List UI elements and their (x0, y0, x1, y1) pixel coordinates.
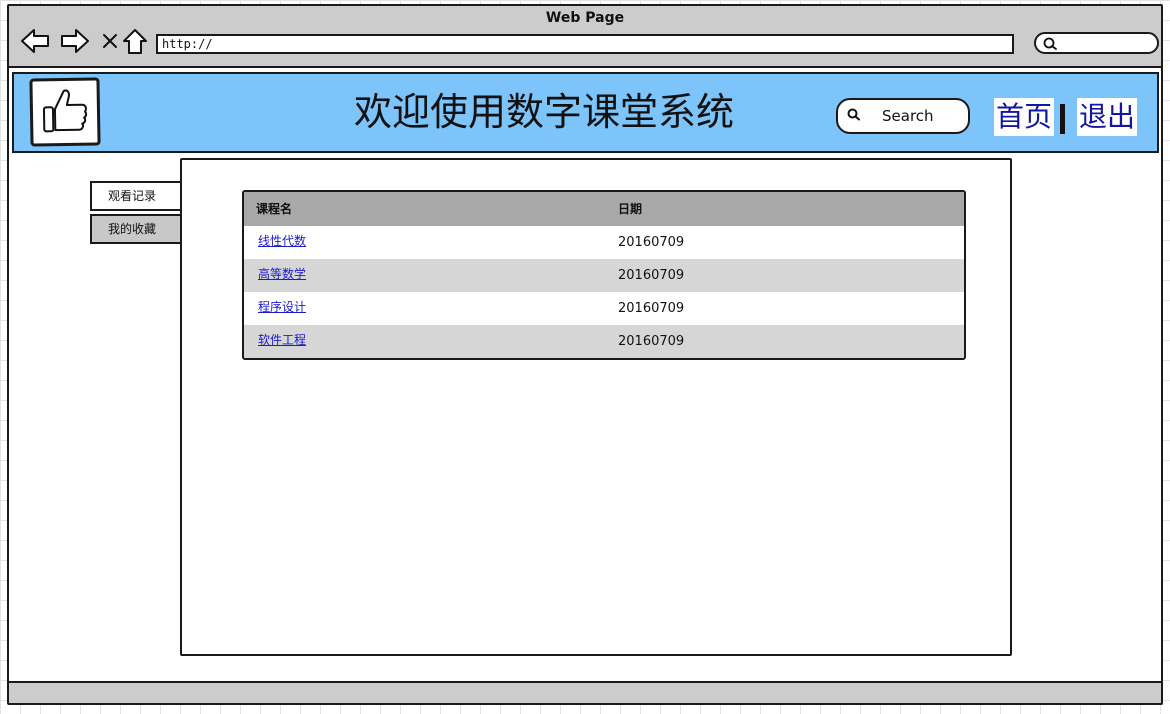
forward-arrow-icon[interactable] (59, 26, 91, 56)
course-table: 课程名 日期 线性代数 20160709 高等数学 20160709 程序设计 … (242, 190, 966, 360)
browser-search-field[interactable] (1034, 32, 1159, 54)
search-icon (1042, 36, 1058, 56)
window-title: Web Page (545, 10, 625, 26)
nav-home-link[interactable]: 首页 (994, 98, 1055, 136)
url-bar[interactable]: http:// (156, 34, 1014, 54)
course-link[interactable]: 程序设计 (258, 292, 306, 322)
app-header: 欢迎使用数字课堂系统 Search 首页 退出 (12, 72, 1159, 153)
course-date: 20160709 (618, 235, 685, 250)
nav-separator (1060, 104, 1065, 134)
header-search-input[interactable]: Search (836, 98, 970, 134)
column-header-course: 课程名 (256, 202, 293, 216)
thumbs-up-icon (40, 85, 91, 140)
home-icon[interactable] (121, 26, 149, 56)
nav-logout-link[interactable]: 退出 (1077, 98, 1138, 136)
logo (29, 77, 101, 147)
course-link[interactable]: 高等数学 (258, 259, 306, 289)
tab-my-favorites[interactable]: 我的收藏 (90, 214, 188, 244)
course-link[interactable]: 软件工程 (258, 325, 306, 355)
column-header-date: 日期 (618, 202, 643, 216)
course-date: 20160709 (618, 268, 685, 283)
table-header: 课程名 日期 (244, 192, 964, 226)
table-row: 软件工程 20160709 (244, 325, 964, 358)
browser-chrome-bar: Web Page http:// (9, 6, 1161, 68)
tab-watch-history[interactable]: 观看记录 (90, 181, 190, 211)
search-placeholder: Search (882, 107, 934, 125)
course-link[interactable]: 线性代数 (258, 226, 306, 256)
browser-status-bar (9, 681, 1161, 703)
table-row: 线性代数 20160709 (244, 226, 964, 259)
course-date: 20160709 (618, 301, 685, 316)
close-icon[interactable] (99, 26, 121, 56)
search-icon (846, 107, 862, 127)
back-arrow-icon[interactable] (19, 26, 51, 56)
table-row: 高等数学 20160709 (244, 259, 964, 292)
table-row: 程序设计 20160709 (244, 292, 964, 325)
course-date: 20160709 (618, 334, 685, 349)
page-title: 欢迎使用数字课堂系统 (353, 90, 734, 134)
